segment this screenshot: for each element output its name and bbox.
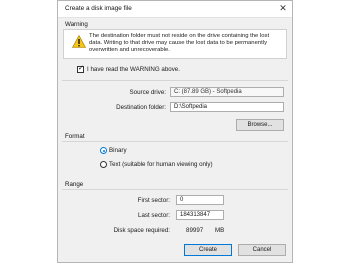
warning-group-title: Warning: [65, 21, 88, 28]
browse-button[interactable]: Browse...: [236, 119, 284, 131]
source-drive-field: C: (87.89 GB) - Softpedia: [170, 87, 284, 97]
close-icon[interactable]: ✕: [274, 1, 292, 16]
create-disk-image-dialog: Create a disk image file ✕ Warning The d…: [57, 0, 293, 263]
radio-dot-icon: [102, 149, 105, 152]
disk-space-label: Disk space required:: [113, 227, 170, 234]
format-text-label: Text (suitable for human viewing only): [109, 161, 213, 168]
first-sector-label: First sector:: [137, 197, 170, 204]
last-sector-input[interactable]: 184313847: [176, 210, 224, 220]
window-title: Create a disk image file: [65, 5, 132, 12]
format-binary-radio[interactable]: [100, 147, 107, 154]
first-sector-input[interactable]: 0: [176, 195, 224, 205]
divider: [62, 80, 288, 81]
create-button[interactable]: Create: [184, 244, 232, 256]
divider: [62, 141, 288, 142]
disk-space-unit: MB: [215, 227, 225, 234]
warning-ack-checkbox[interactable]: ✓: [77, 65, 84, 73]
disk-space-value: 89997: [186, 227, 204, 234]
format-group-title: Format: [65, 133, 85, 140]
destination-folder-input[interactable]: D:\Softpedia: [170, 102, 284, 112]
warning-line-1: The destination folder must not reside o…: [89, 33, 270, 39]
warning-triangle-icon: [72, 35, 86, 48]
warning-line-2: data. Writing to that drive may cause th…: [89, 40, 268, 46]
source-drive-label: Source drive:: [129, 89, 166, 96]
warning-box: The destination folder must not reside o…: [63, 29, 287, 59]
destination-folder-label: Destination folder:: [116, 104, 166, 111]
format-binary-label: Binary: [109, 147, 127, 154]
checkmark-icon: ✓: [78, 65, 84, 72]
last-sector-label: Last sector:: [138, 212, 170, 219]
title-bar: Create a disk image file ✕: [58, 1, 292, 18]
warning-ack-label: I have read the WARNING above.: [87, 66, 180, 73]
cancel-button[interactable]: Cancel: [238, 244, 286, 256]
format-text-radio[interactable]: [100, 161, 107, 168]
warning-text: The destination folder must not reside o…: [89, 33, 281, 54]
divider: [62, 189, 288, 190]
warning-line-3: overwritten and unrecoverable.: [89, 47, 170, 53]
range-group-title: Range: [65, 181, 84, 188]
